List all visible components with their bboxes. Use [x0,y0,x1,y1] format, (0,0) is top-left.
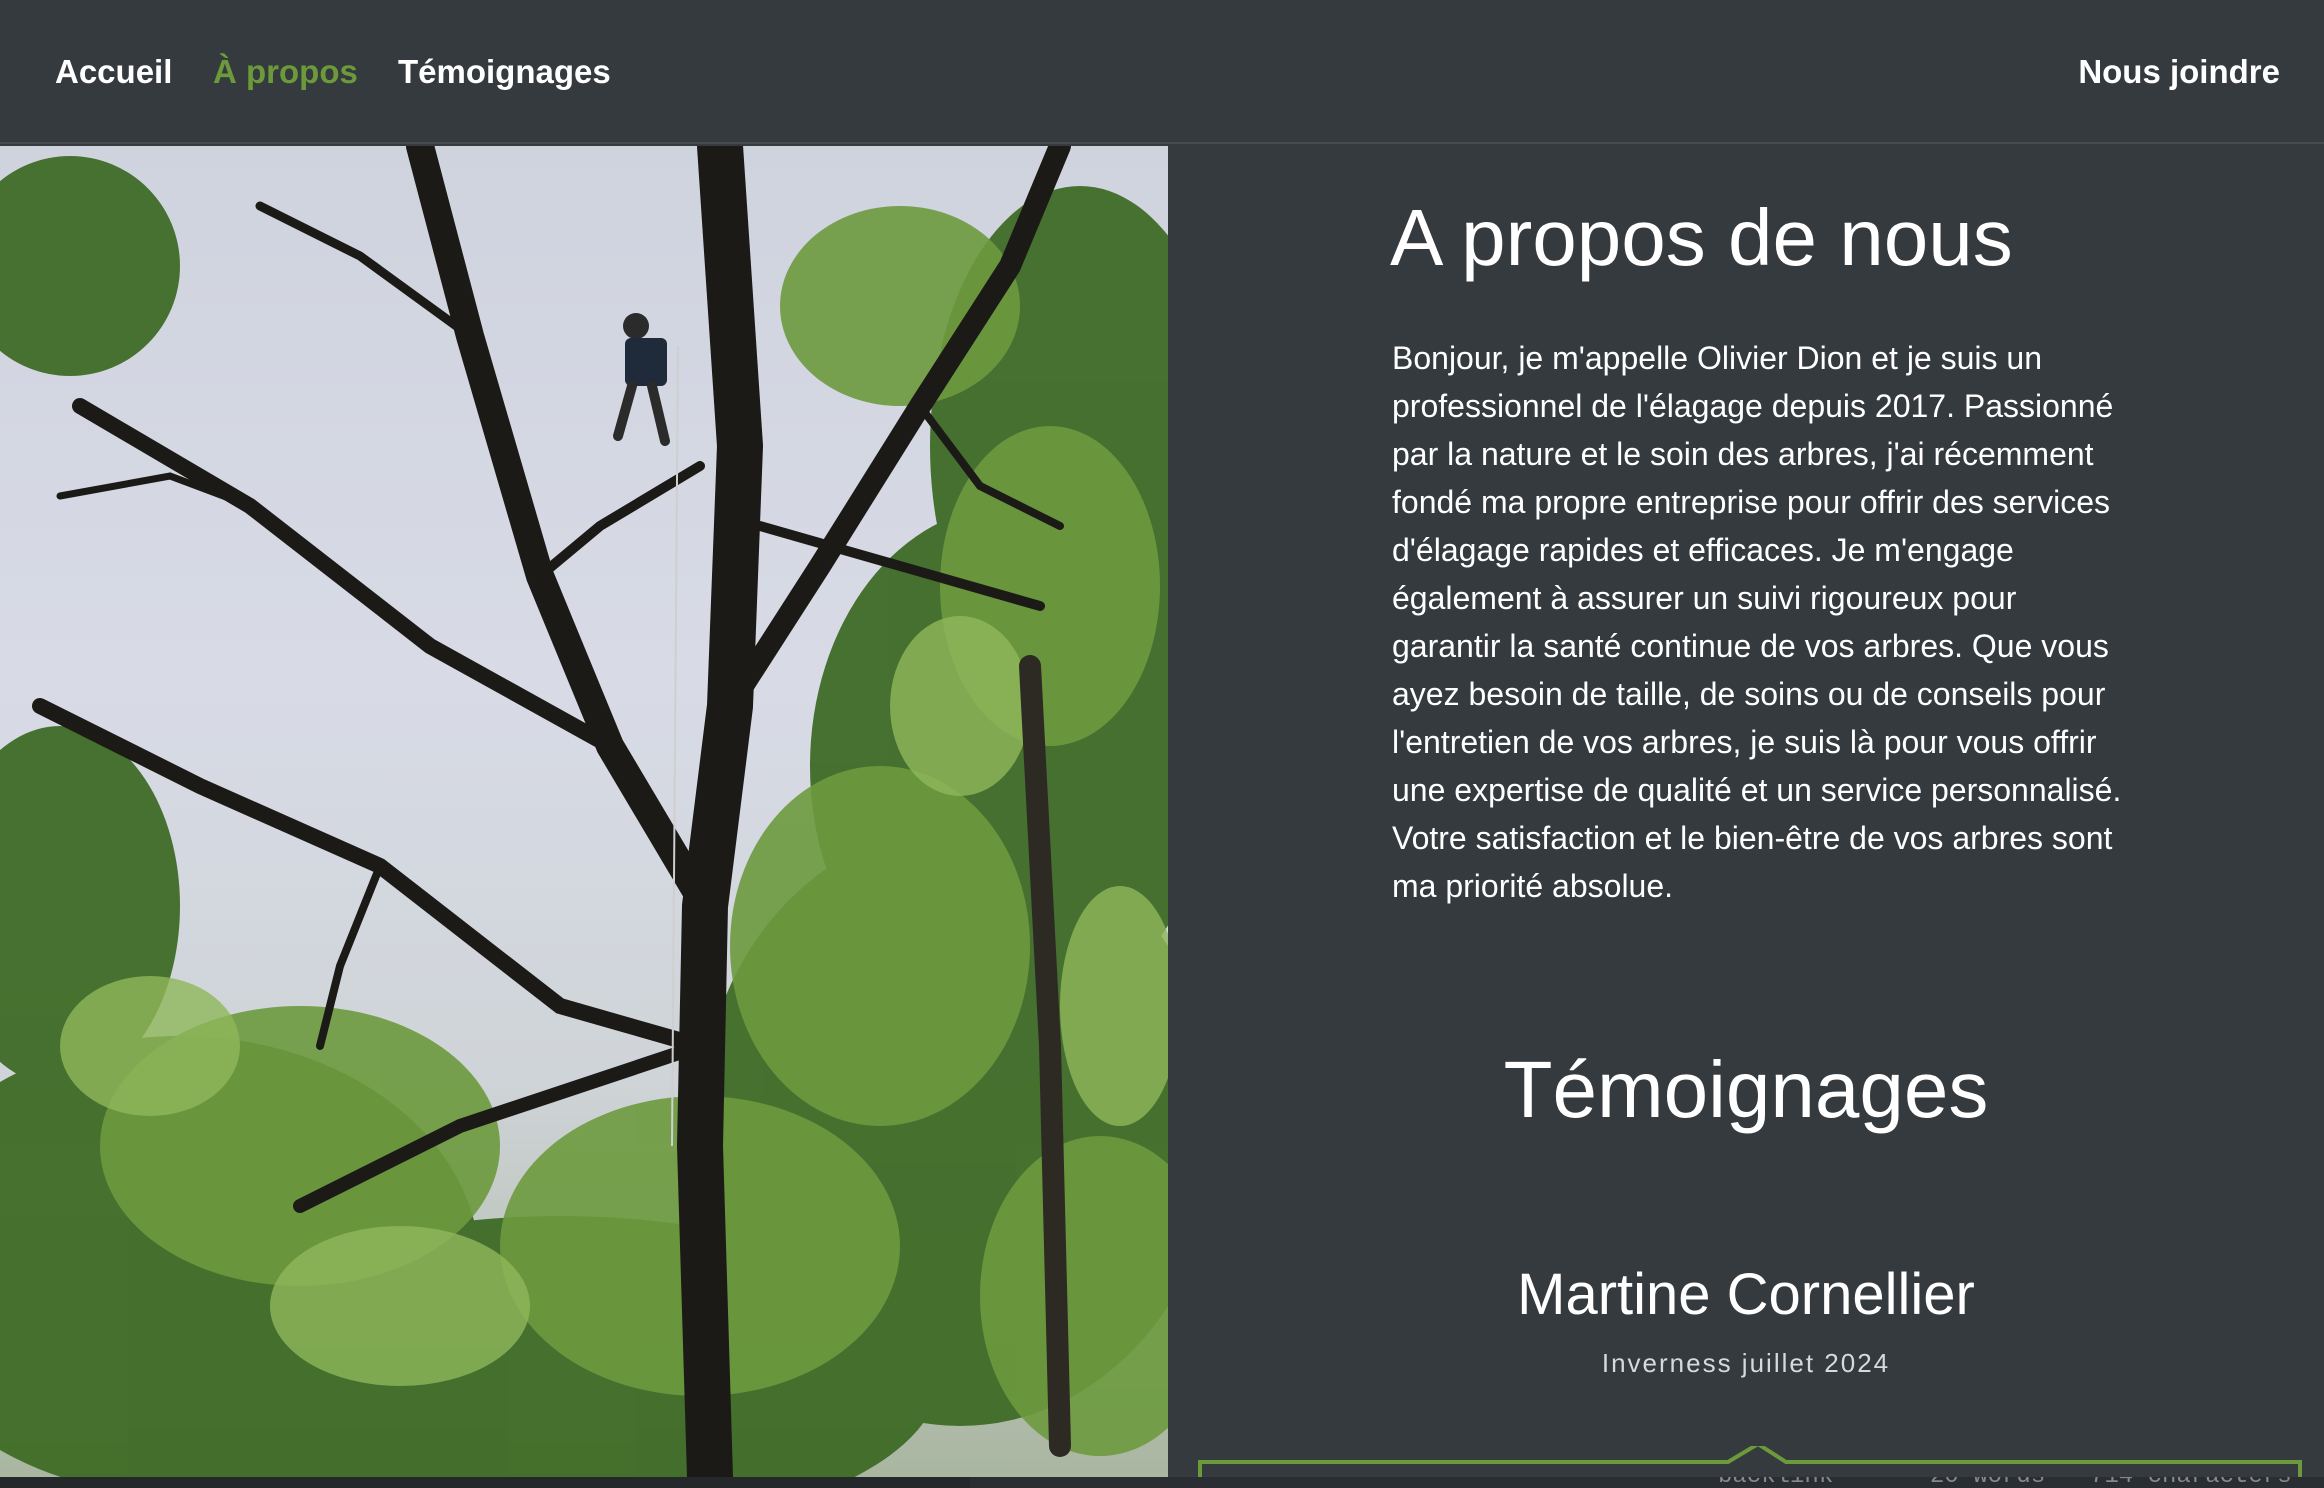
nav-link-temoignages[interactable]: Témoignages [398,50,611,94]
about-title: A propos de nous [1390,193,2013,282]
status-character-count: 714 characters [2090,1477,2292,1488]
testimonials-title: Témoignages [1503,1045,1989,1134]
content-column: A propos de nous Bonjour, je m'appelle O… [1168,146,2324,1486]
status-word-count: 20 words [1930,1477,2045,1488]
tree-illustration [0,146,1168,1477]
nav-link-accueil[interactable]: Accueil [55,50,172,94]
top-navigation: Accueil À propos Témoignages Nous joindr… [0,0,2324,144]
status-bar: backlink 20 words 714 characters [0,1477,2324,1488]
testimonial-author: Martine Cornellier [1517,1262,1975,1327]
about-text: Bonjour, je m'appelle Olivier Dion et je… [1392,340,2122,904]
status-bar-segment [0,1477,970,1488]
nav-link-nous-joindre[interactable]: Nous joindre [2078,50,2280,94]
status-backlink: backlink [1718,1477,1833,1488]
nav-link-a-propos[interactable]: À propos [213,50,358,94]
testimonial-location-date: Inverness juillet 2024 [1601,1348,1891,1378]
arborist-tree-photo [0,146,1168,1477]
